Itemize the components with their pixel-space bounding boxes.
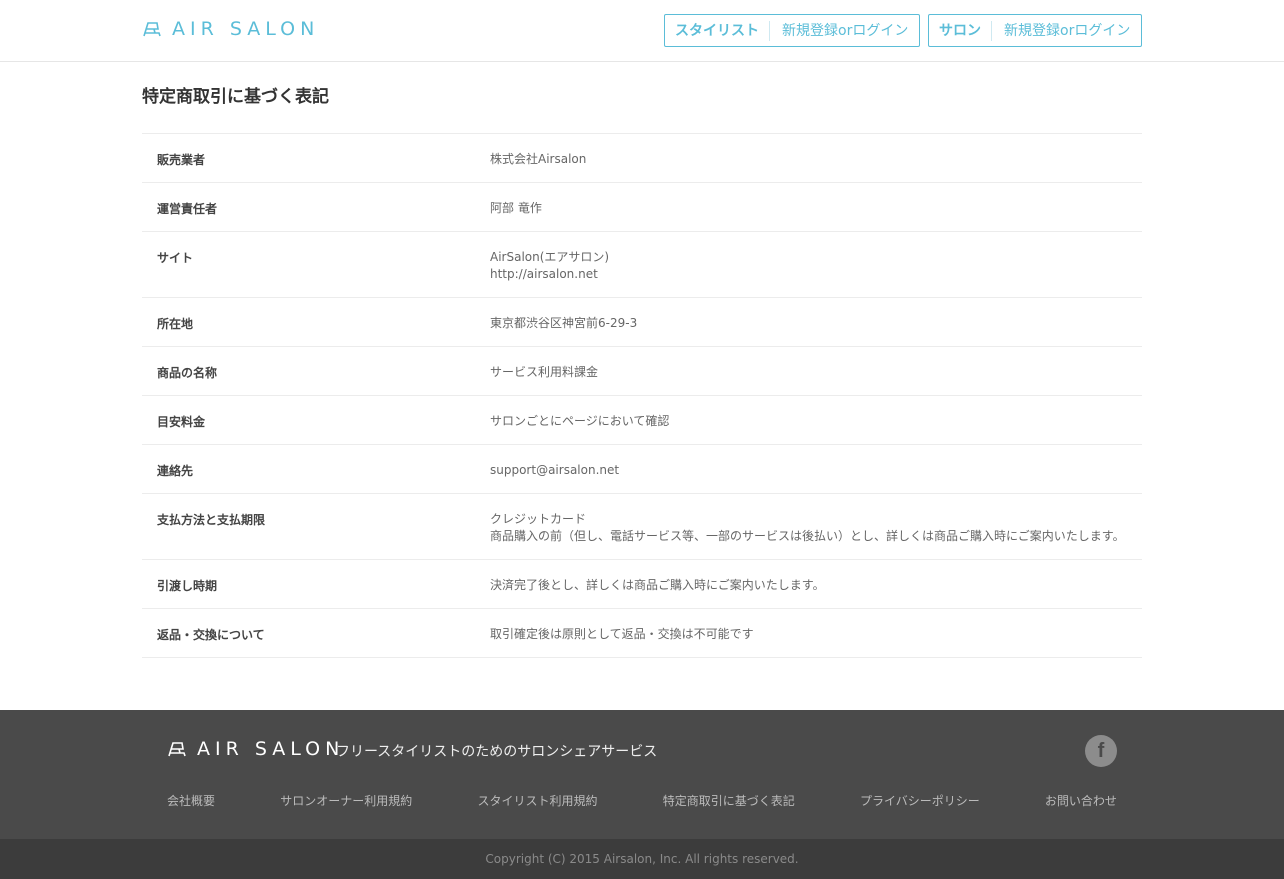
table-row: サイト AirSalon(エアサロン) http://airsalon.net <box>142 232 1142 298</box>
table-row: 目安料金 サロンごとにページにおいて確認 <box>142 396 1142 445</box>
salon-action-label: 新規登録orログイン <box>1004 22 1131 39</box>
row-label: 目安料金 <box>157 415 206 429</box>
row-label: 支払方法と支払期限 <box>157 513 266 527</box>
table-row: 返品・交換について 取引確定後は原則として返品・交換は不可能です <box>142 609 1142 658</box>
row-label: 返品・交換について <box>157 628 265 642</box>
stylist-action-label: 新規登録orログイン <box>782 22 909 39</box>
row-label: 所在地 <box>157 317 194 331</box>
footer-link-commerce-law[interactable]: 特定商取引に基づく表記 <box>663 792 795 809</box>
table-row: 支払方法と支払期限 クレジットカード 商品購入の前（但し、電話サービス等、一部の… <box>142 494 1142 560</box>
facebook-glyph: f <box>1097 740 1105 762</box>
copyright-bar: Copyright (C) 2015 Airsalon, Inc. All ri… <box>0 839 1284 879</box>
footer-tagline: フリースタイリストのためのサロンシェアサービス <box>336 744 658 760</box>
legal-info-table: 販売業者 株式会社Airsalon 運営責任者 阿部 竜作 サイト AirSal… <box>142 133 1142 658</box>
row-value: 取引確定後は原則として返品・交換は不可能です <box>490 609 1142 657</box>
table-row: 運営責任者 阿部 竜作 <box>142 183 1142 232</box>
value-line: 取引確定後は原則として返品・交換は不可能です <box>490 627 754 641</box>
row-label: 販売業者 <box>157 153 206 167</box>
table-row: 販売業者 株式会社Airsalon <box>142 134 1142 183</box>
value-line: 株式会社Airsalon <box>490 152 587 166</box>
chair-icon <box>168 742 186 757</box>
facebook-icon[interactable]: f <box>1085 735 1117 767</box>
row-value: support@airsalon.net <box>490 445 1142 493</box>
site-footer: AIR SALON フリースタイリストのためのサロンシェアサービス f 会社概要… <box>0 710 1284 839</box>
footer-link-stylist-terms[interactable]: スタイリスト利用規約 <box>477 792 597 809</box>
table-row: 引渡し時期 決済完了後とし、詳しくは商品ご購入時にご案内いたします。 <box>142 560 1142 609</box>
row-value: サロンごとにページにおいて確認 <box>490 396 1142 444</box>
row-value: クレジットカード 商品購入の前（但し、電話サービス等、一部のサービスは後払い）と… <box>490 494 1142 559</box>
value-line: サービス利用料課金 <box>490 365 599 379</box>
footer-logo-text: AIR SALON <box>197 738 345 760</box>
value-line: クレジットカード <box>490 512 587 526</box>
footer-link-owner-terms[interactable]: サロンオーナー利用規約 <box>280 792 412 809</box>
chair-icon <box>143 22 161 37</box>
value-line: 決済完了後とし、詳しくは商品ご購入時にご案内いたします。 <box>490 578 825 592</box>
value-line: 商品購入の前（但し、電話サービス等、一部のサービスは後払い）とし、詳しくは商品ご… <box>490 529 1125 543</box>
footer-nav: 会社概要 サロンオーナー利用規約 スタイリスト利用規約 特定商取引に基づく表記 … <box>167 792 1117 809</box>
value-line: AirSalon(エアサロン) <box>490 250 610 264</box>
table-row: 商品の名称 サービス利用料課金 <box>142 347 1142 396</box>
footer-logo[interactable]: AIR SALON <box>167 739 344 759</box>
site-header: AIR SALON スタイリスト 新規登録orログイン サロン 新規登録orログ… <box>0 0 1284 62</box>
footer-link-company[interactable]: 会社概要 <box>167 792 215 809</box>
salon-role-label: サロン <box>929 20 992 41</box>
row-value: 東京都渋谷区神宮前6-29-3 <box>490 298 1142 346</box>
row-label: 連絡先 <box>157 464 194 478</box>
site-logo[interactable]: AIR SALON <box>142 19 319 39</box>
row-label: サイト <box>157 251 194 265</box>
table-row: 所在地 東京都渋谷区神宮前6-29-3 <box>142 298 1142 347</box>
salon-login-button[interactable]: サロン 新規登録orログイン <box>928 14 1142 47</box>
site-url-link[interactable]: http://airsalon.net <box>490 266 1142 283</box>
footer-link-privacy[interactable]: プライバシーポリシー <box>860 792 980 809</box>
row-label: 引渡し時期 <box>157 579 218 593</box>
value-line: 阿部 竜作 <box>490 201 542 215</box>
page-title: 特定商取引に基づく表記 <box>142 87 329 107</box>
row-value: 株式会社Airsalon <box>490 134 1142 182</box>
row-value: サービス利用料課金 <box>490 347 1142 395</box>
value-line: 東京都渋谷区神宮前6-29-3 <box>490 316 638 330</box>
row-value: 決済完了後とし、詳しくは商品ご購入時にご案内いたします。 <box>490 560 1142 608</box>
value-line: サロンごとにページにおいて確認 <box>490 414 670 428</box>
row-label: 運営責任者 <box>157 202 218 216</box>
table-row: 連絡先 support@airsalon.net <box>142 445 1142 494</box>
copyright-text: Copyright (C) 2015 Airsalon, Inc. All ri… <box>485 852 799 866</box>
contact-email: support@airsalon.net <box>490 463 620 477</box>
footer-link-contact[interactable]: お問い合わせ <box>1045 792 1117 809</box>
row-value: AirSalon(エアサロン) http://airsalon.net <box>490 232 1142 297</box>
stylist-login-button[interactable]: スタイリスト 新規登録orログイン <box>664 14 920 47</box>
stylist-role-label: スタイリスト <box>665 20 770 41</box>
row-label: 商品の名称 <box>157 366 218 380</box>
logo-text: AIR SALON <box>172 18 320 40</box>
row-value: 阿部 竜作 <box>490 183 1142 231</box>
